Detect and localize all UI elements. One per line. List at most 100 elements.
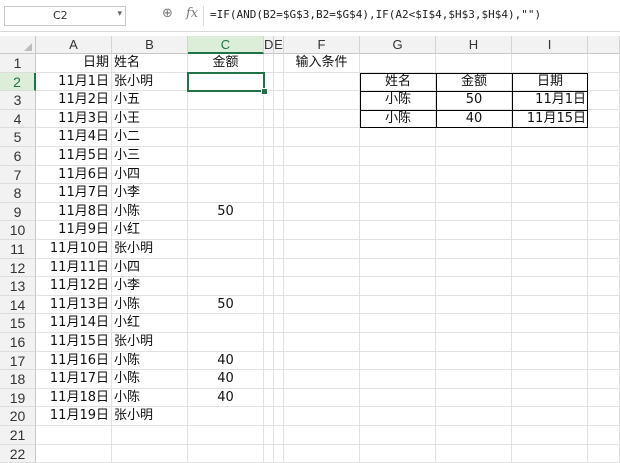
cell-e19[interactable] — [274, 388, 284, 408]
cell-j1[interactable] — [588, 54, 620, 73]
cell-d14[interactable] — [264, 295, 274, 315]
cell-g8[interactable] — [360, 184, 436, 203]
cell-a20[interactable]: 11月19日 — [36, 407, 112, 426]
cell-f5[interactable] — [284, 128, 360, 147]
cell-j22[interactable] — [588, 444, 620, 463]
cell-h18[interactable] — [436, 370, 512, 389]
cell-g7[interactable] — [360, 165, 436, 185]
cell-a17[interactable]: 11月16日 — [36, 351, 112, 371]
cell-g22[interactable] — [360, 444, 436, 463]
cell-c21[interactable] — [188, 426, 264, 445]
cell-e17[interactable] — [274, 351, 284, 371]
cell-d4[interactable] — [264, 109, 274, 129]
cell-c4[interactable] — [188, 109, 264, 129]
cell-e7[interactable] — [274, 165, 284, 185]
cell-i7[interactable] — [512, 165, 588, 185]
cell-b12[interactable]: 小四 — [112, 258, 188, 278]
cell-b6[interactable]: 小三 — [112, 147, 188, 166]
cell-e13[interactable] — [274, 277, 284, 296]
cell-d9[interactable] — [264, 202, 274, 222]
cell-h15[interactable] — [436, 314, 512, 333]
cell-h16[interactable] — [436, 333, 512, 352]
cell-a14[interactable]: 11月13日 — [36, 295, 112, 315]
cell-f6[interactable] — [284, 147, 360, 166]
cell-e12[interactable] — [274, 258, 284, 278]
column-header-d[interactable]: D — [264, 36, 274, 54]
cell-d5[interactable] — [264, 128, 274, 147]
cell-i9[interactable] — [512, 202, 588, 222]
cell-c22[interactable] — [188, 444, 264, 463]
fx-icon[interactable]: fx — [186, 6, 198, 21]
cell-d19[interactable] — [264, 388, 274, 408]
cell-d8[interactable] — [264, 184, 274, 203]
row-header-14[interactable]: 14 — [0, 295, 36, 315]
cell-b15[interactable]: 小红 — [112, 314, 188, 333]
cell-a10[interactable]: 11月9日 — [36, 221, 112, 240]
row-header-15[interactable]: 15 — [0, 314, 36, 333]
cell-b17[interactable]: 小陈 — [112, 351, 188, 371]
cell-g19[interactable] — [360, 388, 436, 408]
cell-d16[interactable] — [264, 333, 274, 352]
cell-c12[interactable] — [188, 258, 264, 278]
cell-a12[interactable]: 11月11日 — [36, 258, 112, 278]
cell-b20[interactable]: 张小明 — [112, 407, 188, 426]
cell-h17[interactable] — [436, 351, 512, 371]
cell-b13[interactable]: 小李 — [112, 277, 188, 296]
cell-j10[interactable] — [588, 221, 620, 240]
cell-d10[interactable] — [264, 221, 274, 240]
cell-i14[interactable] — [512, 295, 588, 315]
row-header-6[interactable]: 6 — [0, 147, 36, 166]
name-box[interactable]: C2 ▾ — [4, 6, 126, 26]
cell-c13[interactable] — [188, 277, 264, 296]
cell-e11[interactable] — [274, 240, 284, 259]
cell-g9[interactable] — [360, 202, 436, 222]
cell-h6[interactable] — [436, 147, 512, 166]
cell-f18[interactable] — [284, 370, 360, 389]
row-header-5[interactable]: 5 — [0, 128, 36, 147]
cell-d12[interactable] — [264, 258, 274, 278]
cell-d18[interactable] — [264, 370, 274, 389]
cell-c17[interactable]: 40 — [188, 351, 264, 371]
column-header-c[interactable]: C — [188, 36, 264, 54]
cell-c20[interactable] — [188, 407, 264, 426]
cell-f21[interactable] — [284, 426, 360, 445]
select-all-corner[interactable] — [0, 36, 36, 54]
cell-i20[interactable] — [512, 407, 588, 426]
chevron-down-icon[interactable]: ▾ — [117, 9, 122, 19]
cell-j8[interactable] — [588, 184, 620, 203]
cell-a5[interactable]: 11月4日 — [36, 128, 112, 147]
cell-g5[interactable] — [360, 128, 436, 147]
cell-i15[interactable] — [512, 314, 588, 333]
cell-i21[interactable] — [512, 426, 588, 445]
row-header-18[interactable]: 18 — [0, 370, 36, 389]
cell-f12[interactable] — [284, 258, 360, 278]
cell-c8[interactable] — [188, 184, 264, 203]
cell-g14[interactable] — [360, 295, 436, 315]
cell-b5[interactable]: 小二 — [112, 128, 188, 147]
cell-a7[interactable]: 11月6日 — [36, 165, 112, 185]
cell-h22[interactable] — [436, 444, 512, 463]
cell-g6[interactable] — [360, 147, 436, 166]
cell-e16[interactable] — [274, 333, 284, 352]
column-header-a[interactable]: A — [36, 36, 112, 54]
cell-j20[interactable] — [588, 407, 620, 426]
cell-e2[interactable] — [274, 72, 284, 92]
cell-a4[interactable]: 11月3日 — [36, 109, 112, 129]
active-cell-selection[interactable] — [187, 71, 265, 93]
cell-b4[interactable]: 小王 — [112, 109, 188, 129]
cell-j6[interactable] — [588, 147, 620, 166]
cell-j9[interactable] — [588, 202, 620, 222]
cell-f1[interactable]: 输入条件 — [284, 54, 360, 73]
fill-handle[interactable] — [261, 88, 268, 96]
cell-i17[interactable] — [512, 351, 588, 371]
cell-i19[interactable] — [512, 388, 588, 408]
cell-i18[interactable] — [512, 370, 588, 389]
cell-i16[interactable] — [512, 333, 588, 352]
cell-d22[interactable] — [264, 444, 274, 463]
column-header-e[interactable]: E — [274, 36, 284, 54]
cell-i8[interactable] — [512, 184, 588, 203]
row-header-3[interactable]: 3 — [0, 91, 36, 110]
row-header-13[interactable]: 13 — [0, 277, 36, 296]
cell-g17[interactable] — [360, 351, 436, 371]
cell-c6[interactable] — [188, 147, 264, 166]
